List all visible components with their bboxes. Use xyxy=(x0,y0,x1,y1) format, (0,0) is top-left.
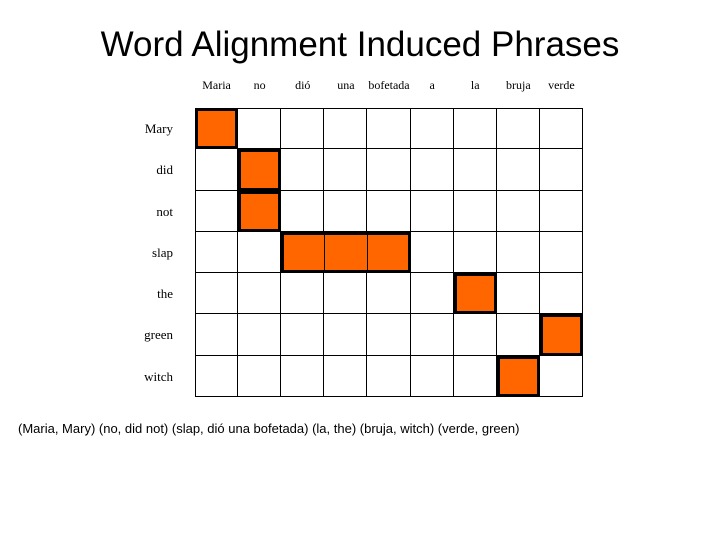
phrase-block-maria-mary[interactable] xyxy=(195,108,239,150)
phrase-block-no-did[interactable] xyxy=(238,149,282,191)
row-label-3: slap xyxy=(152,244,173,260)
matrix-cell[interactable] xyxy=(324,273,368,315)
matrix-cell[interactable] xyxy=(453,149,497,191)
row-label-5: green xyxy=(144,327,173,343)
matrix-cell[interactable] xyxy=(281,355,325,397)
matrix-cell[interactable] xyxy=(539,149,583,191)
matrix-cell[interactable] xyxy=(539,273,583,315)
matrix-cell[interactable] xyxy=(453,108,497,150)
row-label-6: witch xyxy=(144,368,173,384)
matrix-cell[interactable] xyxy=(410,190,454,232)
matrix-cell[interactable] xyxy=(324,314,368,356)
row-label-1: did xyxy=(156,162,173,178)
matrix-cell[interactable] xyxy=(324,108,368,150)
matrix-cell[interactable] xyxy=(539,108,583,150)
matrix-cell[interactable] xyxy=(496,108,540,150)
phrase-block-no-not[interactable] xyxy=(238,190,282,232)
row-label-0: Mary xyxy=(144,121,173,136)
matrix-cell[interactable] xyxy=(238,355,282,397)
matrix-cell[interactable] xyxy=(195,314,239,356)
matrix-cell[interactable] xyxy=(496,273,540,315)
phrase-block-bruja-witch[interactable] xyxy=(496,355,540,397)
matrix-cell[interactable] xyxy=(453,355,497,397)
matrix-cell[interactable] xyxy=(496,231,540,274)
matrix-cell[interactable] xyxy=(281,108,325,150)
matrix-cell[interactable] xyxy=(453,314,497,356)
matrix-cell[interactable] xyxy=(367,314,411,356)
matrix-cell[interactable] xyxy=(453,231,497,274)
matrix-cell[interactable] xyxy=(281,314,325,356)
phrase-block-slap-dio-una-bofetada[interactable] xyxy=(281,231,411,274)
matrix-cell[interactable] xyxy=(367,149,411,191)
matrix-cell[interactable] xyxy=(281,273,325,315)
matrix-cell[interactable] xyxy=(367,273,411,315)
matrix-cell[interactable] xyxy=(367,108,411,150)
row-label-4: the xyxy=(157,286,173,302)
matrix-cell[interactable] xyxy=(539,231,583,274)
phrase-block-verde-green[interactable] xyxy=(539,314,583,356)
matrix-cell[interactable] xyxy=(195,355,239,397)
matrix-cell[interactable] xyxy=(410,149,454,191)
matrix-cell[interactable] xyxy=(324,149,368,191)
matrix-cell[interactable] xyxy=(539,190,583,232)
matrix-cell[interactable] xyxy=(410,314,454,356)
matrix-cell[interactable] xyxy=(539,355,583,397)
matrix-cell[interactable] xyxy=(324,190,368,232)
matrix-cell[interactable] xyxy=(238,108,282,150)
column-header-row: Maria no dió una bofetada a la bruja verde xyxy=(195,76,583,96)
matrix-cell[interactable] xyxy=(195,273,239,315)
phrase-pairs-caption: (Maria, Mary) (no, did not) (slap, dió u… xyxy=(18,421,520,436)
matrix-cell[interactable] xyxy=(410,231,454,274)
matrix-cell[interactable] xyxy=(281,190,325,232)
matrix-cell[interactable] xyxy=(496,190,540,232)
matrix-cell[interactable] xyxy=(410,355,454,397)
phrase-block-la-the[interactable] xyxy=(453,273,497,315)
matrix-cell[interactable] xyxy=(324,355,368,397)
alignment-matrix xyxy=(195,108,583,397)
matrix-cell[interactable] xyxy=(281,149,325,191)
phrase-block-divider xyxy=(367,234,369,271)
matrix-cell[interactable] xyxy=(453,190,497,232)
matrix-cell[interactable] xyxy=(367,190,411,232)
matrix-cell[interactable] xyxy=(238,231,282,274)
matrix-cell[interactable] xyxy=(496,149,540,191)
row-label-column: Mary did not slap the green witch xyxy=(90,108,185,397)
matrix-cell[interactable] xyxy=(195,149,239,191)
matrix-cell[interactable] xyxy=(195,190,239,232)
matrix-cell[interactable] xyxy=(238,273,282,315)
row-label-2: not xyxy=(156,203,173,219)
matrix-cell[interactable] xyxy=(367,355,411,397)
column-header-8: verde xyxy=(548,78,575,92)
matrix-cell[interactable] xyxy=(410,108,454,150)
slide-canvas: Word Alignment Induced Phrases Maria no di… xyxy=(0,0,720,540)
matrix-cell[interactable] xyxy=(496,314,540,356)
page-title: Word Alignment Induced Phrases xyxy=(100,25,620,64)
matrix-cell[interactable] xyxy=(195,231,239,274)
matrix-cell[interactable] xyxy=(238,314,282,356)
phrase-block-divider xyxy=(324,234,326,271)
matrix-cell[interactable] xyxy=(410,273,454,315)
